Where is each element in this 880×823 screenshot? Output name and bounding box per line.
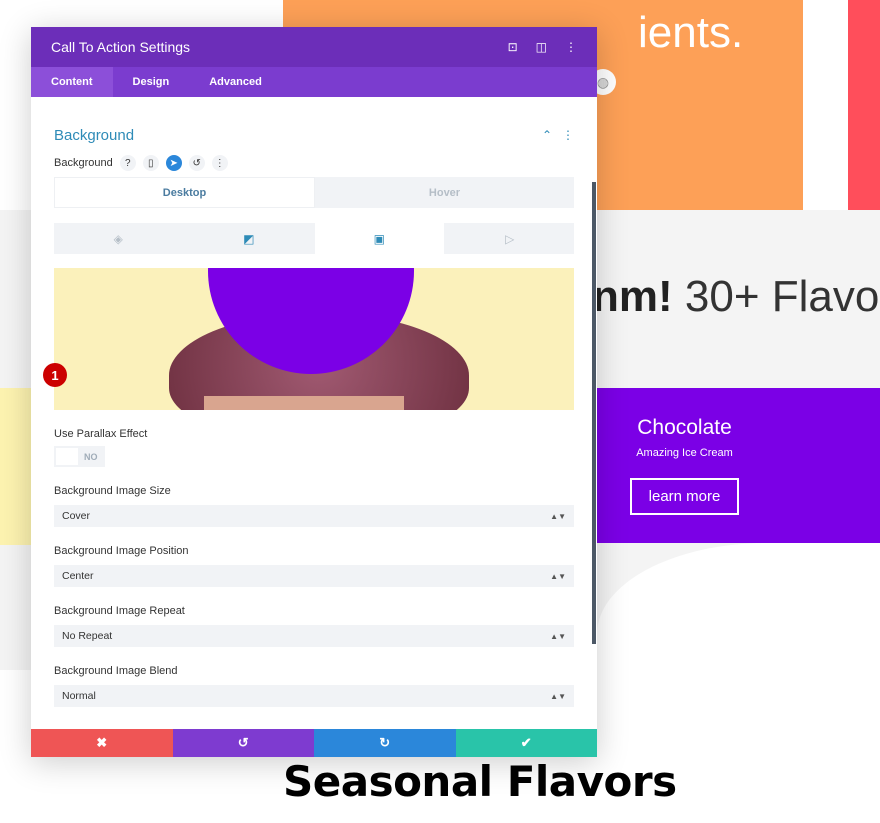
yellow-strip: [0, 388, 31, 545]
image-repeat-select[interactable]: No Repeat ▲▼: [54, 625, 574, 647]
section-title: Seasonal Flavors: [283, 757, 677, 806]
toggle-value: NO: [84, 451, 98, 462]
help-icon[interactable]: ?: [119, 155, 136, 171]
tab-desktop[interactable]: Desktop: [54, 177, 315, 208]
cancel-button[interactable]: ✖: [31, 729, 173, 757]
field-label: Background Image Size: [54, 485, 171, 497]
parallax-label: Use Parallax Effect: [54, 428, 148, 440]
mobile-icon[interactable]: ▯: [142, 155, 159, 171]
select-arrows-icon: ▲▼: [550, 691, 566, 701]
select-value: Center: [62, 570, 94, 582]
select-arrows-icon: ▲▼: [550, 631, 566, 641]
section-header[interactable]: Background ⌃ ⋮: [54, 125, 574, 145]
save-button[interactable]: ✔: [455, 729, 597, 757]
select-value: Cover: [62, 510, 91, 522]
learn-more-button[interactable]: learn more: [630, 478, 739, 515]
headline-bold: nm!: [592, 272, 673, 321]
field-label: Background Image Repeat: [54, 605, 185, 617]
image-icon[interactable]: ▣: [315, 223, 444, 254]
modal-header: Call To Action Settings ⊡ ◫ ⋮: [31, 27, 597, 67]
select-value: No Repeat: [62, 630, 113, 642]
parallax-toggle[interactable]: NO: [54, 446, 105, 467]
reset-icon[interactable]: ↺: [188, 155, 205, 171]
field-label: Background Image Blend: [54, 665, 178, 677]
cta-block: [597, 388, 880, 543]
focus-icon[interactable]: ⊡: [508, 40, 518, 54]
select-arrows-icon: ▲▼: [550, 511, 566, 521]
more-vertical-icon[interactable]: ⋮: [562, 128, 574, 142]
marker-badge: 1: [43, 363, 67, 387]
tab-content[interactable]: Content: [31, 67, 113, 97]
modal-tabs: Content Design Advanced: [31, 67, 597, 97]
image-blend-select[interactable]: Normal ▲▼: [54, 685, 574, 707]
cta-title: Chocolate: [637, 416, 732, 439]
modal-footer: ✖ ↺ ↻ ✔: [31, 729, 597, 757]
headline-rest: 30+ Flavor: [672, 272, 880, 321]
tab-hover[interactable]: Hover: [315, 177, 574, 208]
banner-text: ients.: [638, 8, 744, 57]
more-vertical-icon[interactable]: ⋮: [565, 40, 577, 54]
scrollbar[interactable]: [592, 182, 596, 644]
undo-button[interactable]: ↺: [172, 729, 314, 757]
video-icon[interactable]: ▷: [446, 223, 575, 254]
tab-design[interactable]: Design: [113, 67, 190, 97]
cta-subtitle: Amazing Ice Cream: [636, 447, 733, 459]
modal-title: Call To Action Settings: [51, 39, 191, 55]
background-image-preview[interactable]: [54, 268, 574, 410]
cup-image: [204, 396, 404, 410]
gradient-icon[interactable]: ◩: [185, 223, 314, 254]
section-title: Background: [54, 126, 135, 144]
color-icon[interactable]: ◈: [54, 223, 183, 254]
image-position-select[interactable]: Center ▲▼: [54, 565, 574, 587]
background-label: Background: [54, 157, 113, 169]
headline: nm! 30+ Flavor: [592, 272, 880, 322]
chevron-up-icon[interactable]: ⌃: [542, 128, 552, 142]
tab-advanced[interactable]: Advanced: [189, 67, 282, 97]
more-icon[interactable]: ⋮: [211, 155, 228, 171]
field-label: Background Image Position: [54, 545, 189, 557]
image-size-select[interactable]: Cover ▲▼: [54, 505, 574, 527]
split-view-icon[interactable]: ◫: [536, 40, 547, 54]
select-value: Normal: [62, 690, 96, 702]
settings-modal: Call To Action Settings ⊡ ◫ ⋮ Content De…: [31, 27, 597, 757]
toggle-knob: [56, 448, 78, 465]
pointer-icon[interactable]: ➤: [165, 155, 182, 171]
select-arrows-icon: ▲▼: [550, 571, 566, 581]
red-section: [848, 0, 880, 210]
redo-button[interactable]: ↻: [314, 729, 456, 757]
